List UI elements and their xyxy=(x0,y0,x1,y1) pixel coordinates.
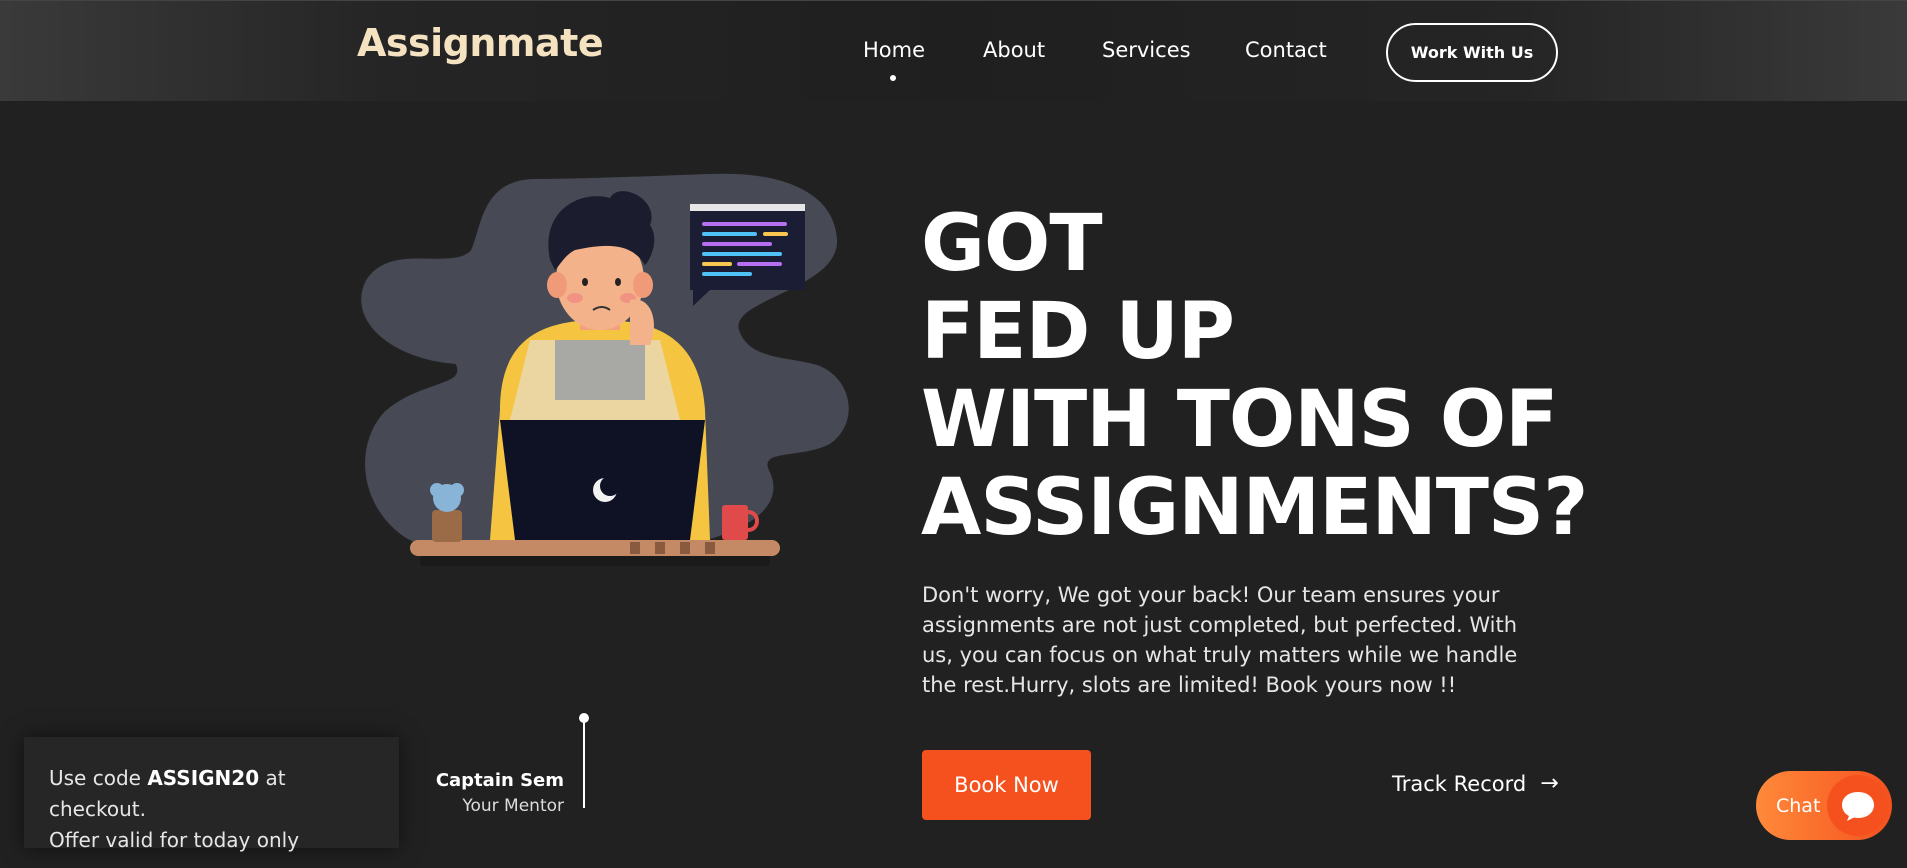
promo-code: ASSIGN20 xyxy=(147,766,260,790)
nav-link-about[interactable]: About xyxy=(983,38,1045,62)
headline-line-4: ASSIGNMENTS? xyxy=(921,463,1588,553)
mentor-role: Your Mentor xyxy=(462,796,564,816)
arrow-right-icon: → xyxy=(1540,771,1559,796)
headline-line-2: FED UP xyxy=(921,287,1235,377)
promo-toast: Use code ASSIGN20 at checkout. Offer val… xyxy=(24,737,399,852)
mentor-name: Captain Sem xyxy=(435,770,564,791)
chat-label: Chat xyxy=(1776,794,1821,817)
student-laptop-illustration xyxy=(359,171,851,566)
hero-headline: GOT FED UP WITH TONS OF ASSIGNMENTS? xyxy=(921,199,1588,553)
promo-prefix: Use code xyxy=(49,766,148,790)
headline-line-1: GOT xyxy=(921,199,1103,289)
nav-link-services[interactable]: Services xyxy=(1102,38,1191,62)
hero-illustration xyxy=(359,170,860,580)
nav-link-contact[interactable]: Contact xyxy=(1245,38,1327,62)
hero-description: Don't worry, We got your back! Our team … xyxy=(922,583,1518,697)
nav-link-home[interactable]: Home xyxy=(863,38,925,62)
navbar: Assignmate Home About Services Contact W… xyxy=(0,0,1907,101)
logo-text-main: Assignmat xyxy=(357,21,578,65)
promo-line-2: Offer valid for today only xyxy=(49,828,300,852)
active-indicator-dot xyxy=(890,75,896,81)
book-now-button[interactable]: Book Now xyxy=(922,750,1091,820)
chat-bubble-icon xyxy=(1827,775,1888,836)
work-with-us-button[interactable]: Work With Us xyxy=(1386,23,1558,82)
logo[interactable]: Assignmate xyxy=(357,21,604,65)
track-record-link[interactable]: Track Record → xyxy=(1392,771,1559,796)
track-record-label: Track Record xyxy=(1392,771,1527,796)
chat-button[interactable]: Chat xyxy=(1756,771,1892,840)
mentor-divider-line xyxy=(583,718,585,808)
headline-line-3: WITH TONS OF xyxy=(921,375,1558,465)
logo-text-end: e xyxy=(577,21,604,65)
